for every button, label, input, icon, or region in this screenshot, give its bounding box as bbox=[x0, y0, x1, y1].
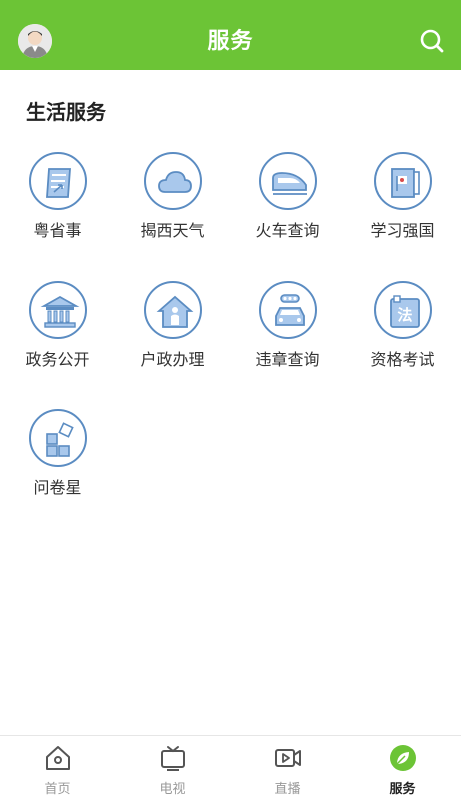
app-header: 服务 bbox=[0, 0, 461, 70]
service-label: 揭西天气 bbox=[140, 221, 205, 240]
service-wenjuanxing[interactable]: 问卷星 bbox=[0, 407, 115, 517]
home-icon bbox=[44, 744, 72, 772]
service-label: 粤省事 bbox=[33, 221, 82, 240]
service-row: 粤省事 揭西天气 火车查询 学习强国 bbox=[0, 150, 461, 260]
service-label: 火车查询 bbox=[255, 221, 320, 240]
car-traffic-icon bbox=[259, 281, 317, 339]
service-label: 户政办理 bbox=[140, 350, 205, 369]
tab-home[interactable]: 首页 bbox=[0, 736, 115, 800]
yue-shengshi-icon bbox=[29, 152, 87, 210]
service-household[interactable]: 户政办理 bbox=[115, 279, 230, 389]
cloud-icon bbox=[144, 152, 202, 210]
tab-services[interactable]: 服务 bbox=[345, 736, 460, 800]
search-icon[interactable] bbox=[419, 28, 445, 54]
government-building-icon bbox=[29, 281, 87, 339]
service-label: 资格考试 bbox=[370, 350, 435, 369]
svg-text:法: 法 bbox=[397, 306, 412, 324]
tab-live[interactable]: 直播 bbox=[230, 736, 345, 800]
service-violation[interactable]: 违章查询 bbox=[230, 279, 345, 389]
tab-label: 直播 bbox=[274, 782, 301, 797]
tab-tv[interactable]: 电视 bbox=[115, 736, 230, 800]
service-row: 政务公开 户政办理 违章查询 法 资格考试 bbox=[0, 279, 461, 389]
service-xuexi-qiangguo[interactable]: 学习强国 bbox=[345, 150, 460, 260]
section-title: 生活服务 bbox=[26, 100, 106, 124]
page-title: 服务 bbox=[207, 29, 254, 54]
train-icon bbox=[259, 152, 317, 210]
grid-blocks-icon bbox=[29, 409, 87, 467]
service-exam[interactable]: 法 资格考试 bbox=[345, 279, 460, 389]
law-book-icon: 法 bbox=[374, 281, 432, 339]
service-government[interactable]: 政务公开 bbox=[0, 279, 115, 389]
service-label: 违章查询 bbox=[255, 350, 320, 369]
service-label: 学习强国 bbox=[370, 221, 435, 240]
tab-label: 首页 bbox=[44, 782, 71, 797]
house-person-icon bbox=[144, 281, 202, 339]
leaf-icon bbox=[389, 744, 417, 772]
tab-label: 服务 bbox=[389, 782, 416, 797]
book-flag-icon bbox=[374, 152, 432, 210]
service-label: 政务公开 bbox=[25, 350, 90, 369]
service-yue-shengshi[interactable]: 粤省事 bbox=[0, 150, 115, 260]
service-weather[interactable]: 揭西天气 bbox=[115, 150, 230, 260]
service-label: 问卷星 bbox=[33, 478, 82, 497]
bottom-tab-bar: 首页 电视 直播 服务 bbox=[0, 735, 461, 800]
service-row: 问卷星 bbox=[0, 407, 461, 517]
tab-label: 电视 bbox=[159, 782, 186, 797]
tv-icon bbox=[159, 744, 187, 772]
video-play-icon bbox=[274, 744, 302, 772]
service-train[interactable]: 火车查询 bbox=[230, 150, 345, 260]
